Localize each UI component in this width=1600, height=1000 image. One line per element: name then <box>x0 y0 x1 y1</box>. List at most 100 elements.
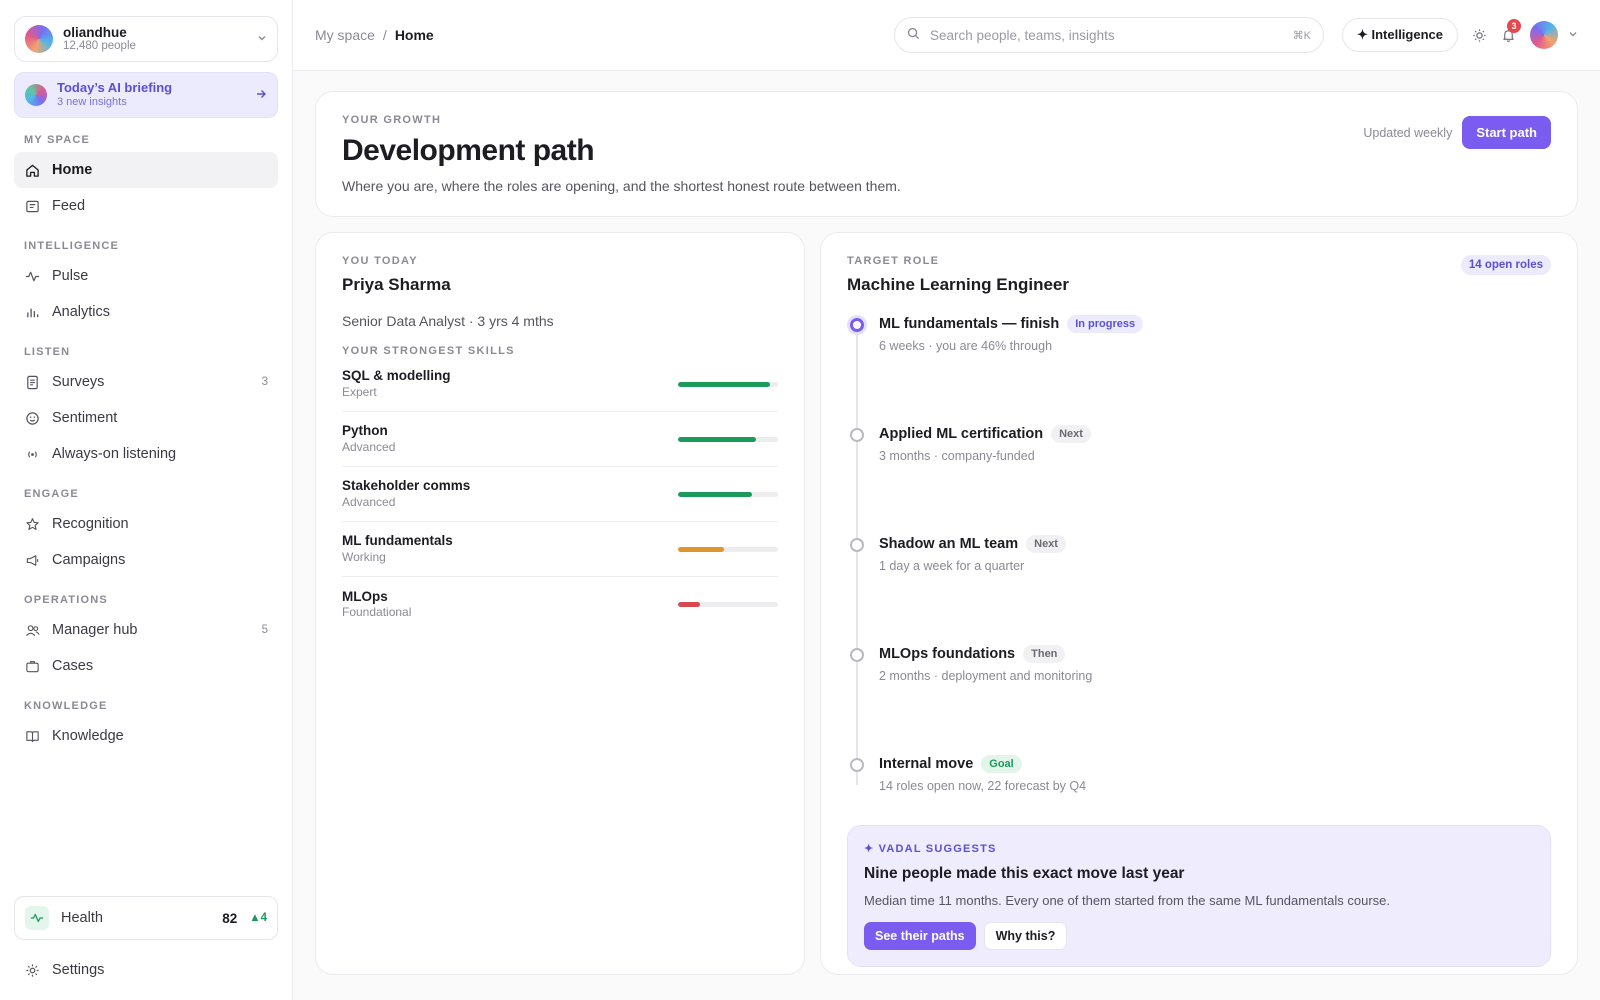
sidebar-item-label: Always-on listening <box>52 446 177 462</box>
gear-icon <box>24 962 40 978</box>
home-icon <box>24 162 40 178</box>
sidebar-item-pulse[interactable]: Pulse <box>14 258 278 294</box>
star-icon <box>24 516 40 532</box>
path-step[interactable]: Shadow an ML team Next 1 day a week for a … <box>847 535 1551 645</box>
search-input[interactable] <box>929 27 1283 43</box>
skill-bar <box>678 491 778 497</box>
sidebar-item-sentiment[interactable]: Sentiment <box>14 400 278 436</box>
sidebar-item-manager-hub[interactable]: Manager hub 5 <box>14 612 278 648</box>
target-role-card: TARGET ROLE Machine Learning Engineer 14… <box>820 232 1578 975</box>
skill-row: Python Advanced <box>342 412 778 467</box>
section-label-intelligence: INTELLIGENCE <box>24 240 120 252</box>
skill-bar-fill <box>678 381 770 387</box>
why-this-button[interactable]: Why this? <box>983 922 1068 950</box>
org-switcher[interactable]: oliandhue 12,480 people <box>14 16 278 62</box>
bar-chart-icon <box>24 304 40 320</box>
breadcrumb-root[interactable]: My space <box>315 27 375 43</box>
path-step[interactable]: ML fundamentals — finish In progress 6 wee… <box>847 315 1551 425</box>
you-today-card: YOU TODAY Priya Sharma Senior Data Analy… <box>315 232 805 975</box>
sidebar-item-home[interactable]: Home <box>14 152 278 188</box>
manager-hub-count: 5 <box>261 624 268 636</box>
sidebar-item-label: Pulse <box>52 268 89 284</box>
health-widget[interactable]: Health 82 ▲4 <box>14 896 278 940</box>
skill-row: ML fundamentals Working <box>342 522 778 577</box>
skill-row: SQL & modelling Expert <box>342 357 778 412</box>
notification-bell[interactable]: 3 <box>1501 18 1521 43</box>
skill-bar <box>678 436 778 442</box>
book-icon <box>24 728 40 744</box>
search-bar[interactable]: ⌘K <box>893 17 1324 53</box>
skill-bar <box>678 602 778 607</box>
sidebar-item-always-on-listening[interactable]: Always-on listening <box>14 436 278 472</box>
briefcase-icon <box>24 658 40 674</box>
main-area: My space / Home ⌘K ✦ Intelligence 3 YOUR… <box>293 0 1600 1000</box>
sidebar: oliandhue 12,480 people Today’s AI brief… <box>0 0 293 1000</box>
sidebar-item-recognition[interactable]: Recognition <box>14 506 278 542</box>
skill-bar-fill <box>678 491 752 497</box>
sidebar-item-campaigns[interactable]: Campaigns <box>14 542 278 578</box>
org-name: oliandhue <box>63 24 127 40</box>
path-step[interactable]: Internal move Goal 14 roles open now, 22 f… <box>847 755 1551 825</box>
step-title: Applied ML certification <box>879 426 1044 442</box>
skill-row: MLOps Foundational <box>342 577 778 632</box>
step-status-badge: Next <box>1051 425 1091 443</box>
intelligence-button[interactable]: ✦ Intelligence <box>1341 18 1458 52</box>
start-path-button[interactable]: Start path <box>1462 116 1551 149</box>
section-label-engage: ENGAGE <box>24 488 79 500</box>
sidebar-item-label: Manager hub <box>52 622 138 638</box>
step-status-badge: Then <box>1023 645 1066 663</box>
search-shortcut: ⌘K <box>1292 29 1311 42</box>
updated-label: Updated weekly <box>1363 125 1453 140</box>
ai-orb-icon <box>25 84 47 106</box>
skill-name: SQL & modelling <box>342 368 451 384</box>
card-eyebrow: YOU TODAY <box>342 255 418 267</box>
path-step[interactable]: Applied ML certification Next 3 months · c… <box>847 425 1551 535</box>
step-status-badge: In progress <box>1067 315 1144 333</box>
section-label-listen: LISTEN <box>24 346 71 358</box>
sidebar-item-label: Settings <box>52 962 105 978</box>
open-roles-badge[interactable]: 14 open roles <box>1460 255 1551 275</box>
feed-icon <box>24 198 40 214</box>
sidebar-item-knowledge[interactable]: Knowledge <box>14 718 278 754</box>
breadcrumb-current: Home <box>394 27 434 43</box>
path-timeline: ML fundamentals — finish In progress 6 wee… <box>847 315 1551 825</box>
chevron-down-icon[interactable] <box>1568 29 1578 42</box>
sidebar-item-analytics[interactable]: Analytics <box>14 294 278 330</box>
org-avatar <box>25 25 53 53</box>
ai-briefing-card[interactable]: Today’s AI briefing 3 new insights <box>14 72 278 118</box>
sidebar-item-feed[interactable]: Feed <box>14 188 278 224</box>
page-subtitle: Where you are, where the roles are openi… <box>342 178 901 194</box>
briefing-title: Today’s AI briefing <box>57 80 173 96</box>
sidebar-item-cases[interactable]: Cases <box>14 648 278 684</box>
health-label: Health <box>61 910 103 926</box>
see-their-paths-button[interactable]: See their paths <box>864 922 976 950</box>
suggestion-title: Nine people made this exact move last ye… <box>864 865 1185 882</box>
megaphone-icon <box>24 552 40 568</box>
sun-icon[interactable] <box>1472 28 1487 43</box>
employee-role-tenure: Senior Data Analyst · 3 yrs 4 mths <box>342 313 554 329</box>
breadcrumb: My space / Home <box>315 27 894 43</box>
step-detail: 2 months · deployment and monitoring <box>879 669 1093 683</box>
step-title: MLOps foundations <box>879 646 1016 662</box>
path-step[interactable]: MLOps foundations Then 2 months · deployme… <box>847 645 1551 755</box>
sidebar-item-label: Knowledge <box>52 728 124 744</box>
sidebar-item-label: Cases <box>52 658 94 674</box>
section-label-knowledge: KNOWLEDGE <box>24 700 108 712</box>
sidebar-item-surveys[interactable]: Surveys 3 <box>14 364 278 400</box>
skill-bar-fill <box>678 546 724 552</box>
breadcrumb-separator: / <box>382 27 387 43</box>
step-marker <box>850 758 864 772</box>
chevron-down-icon <box>257 33 267 46</box>
skill-row: Stakeholder comms Advanced <box>342 467 778 522</box>
org-people-count: 12,480 people <box>63 40 136 53</box>
sidebar-item-label: Analytics <box>52 304 111 320</box>
sidebar-item-settings[interactable]: Settings <box>14 952 278 988</box>
sidebar-item-label: Recognition <box>52 516 129 532</box>
avatar[interactable] <box>1530 21 1558 49</box>
sidebar-item-label: Surveys <box>52 374 105 390</box>
users-icon <box>24 622 40 638</box>
sidebar-item-label: Home <box>52 162 93 178</box>
skill-level: Working <box>342 549 386 564</box>
target-role-name: Machine Learning Engineer <box>847 275 1069 294</box>
skills-label: YOUR STRONGEST SKILLS <box>342 345 515 357</box>
